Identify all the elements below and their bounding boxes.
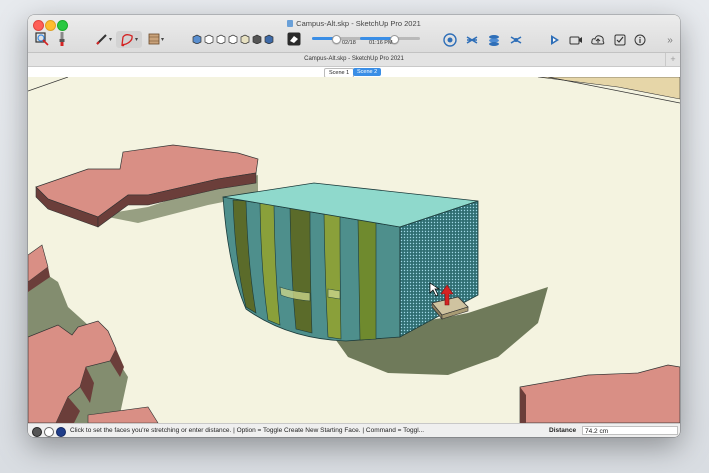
app-window: Campus-Alt.skp - SketchUp Pro 2021 ▾ ▾ ▾	[28, 15, 680, 437]
camera-icon[interactable]	[568, 32, 584, 48]
status-message: Click to set the faces you're stretching…	[70, 427, 425, 434]
cloud-icon[interactable]	[442, 32, 458, 48]
window-title: Campus-Alt.skp - SketchUp Pro 2021	[28, 19, 680, 28]
info-icon[interactable]	[44, 427, 54, 437]
settings-icon[interactable]	[508, 32, 524, 48]
layers-icon[interactable]	[486, 32, 502, 48]
date-slider-knob[interactable]	[331, 35, 341, 44]
styles-icon[interactable]	[190, 33, 280, 45]
measurement-input[interactable]: 74.2 cm	[582, 426, 678, 435]
upload-icon[interactable]	[590, 32, 606, 48]
model-viewport[interactable]	[28, 77, 680, 423]
section-icon[interactable]	[286, 31, 302, 47]
date-label: 02/18	[342, 40, 356, 46]
info-icon[interactable]	[632, 32, 648, 48]
scene-tabs: Scene 1 Scene 2	[28, 67, 680, 78]
document-tab-bar: Campus-Alt.skp - SketchUp Pro 2021 +	[28, 53, 680, 67]
document-title: Campus-Alt.skp - SketchUp Pro 2021	[304, 56, 404, 62]
play-icon[interactable]	[546, 32, 562, 48]
stack-icon[interactable]	[464, 32, 480, 48]
user-icon[interactable]	[56, 427, 66, 437]
title-bar: Campus-Alt.skp - SketchUp Pro 2021 ▾ ▾ ▾	[28, 15, 680, 53]
search-icon[interactable]	[34, 31, 50, 47]
pencil-icon[interactable]: ▾	[94, 32, 114, 46]
new-tab-button[interactable]: +	[665, 53, 680, 66]
scene-drawing	[28, 77, 680, 423]
document-icon	[287, 20, 294, 27]
status-bar: Click to set the faces you're stretching…	[28, 423, 680, 437]
paint-icon[interactable]	[56, 31, 68, 47]
geo-location-icon[interactable]	[32, 427, 42, 437]
overflow-icon[interactable]: »	[664, 33, 676, 47]
measurement-label: Distance	[549, 427, 577, 434]
lasso-icon[interactable]: ▾	[116, 31, 142, 48]
texture-icon[interactable]: ▾	[146, 32, 166, 46]
tab-scene-2[interactable]: Scene 2	[353, 68, 382, 76]
checkbox-icon[interactable]	[612, 32, 628, 48]
time-label: 01:16 PM	[369, 40, 393, 46]
